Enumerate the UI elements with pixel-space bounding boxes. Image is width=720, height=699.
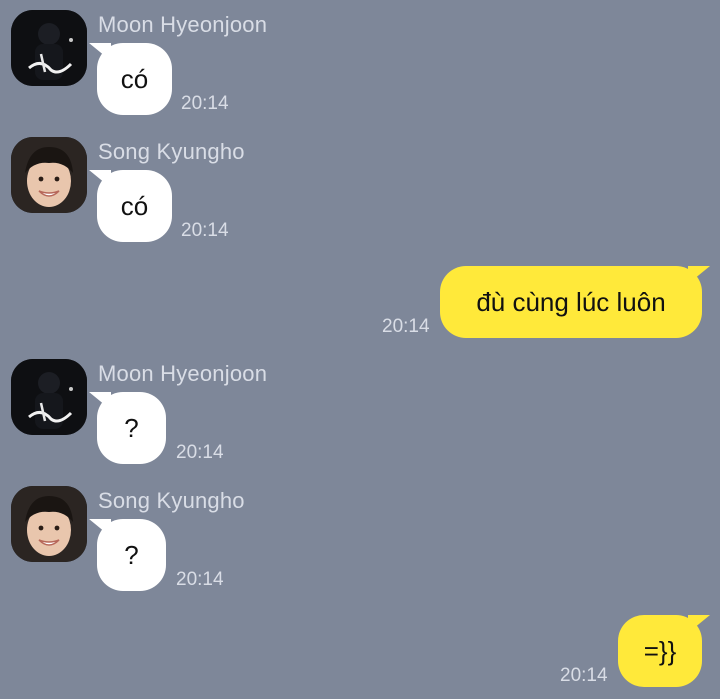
message-timestamp: 20:14 <box>560 665 608 686</box>
sender-name: Moon Hyeonjoon <box>98 12 268 37</box>
message-text: ? <box>124 413 139 443</box>
message-bubble-incoming[interactable]: có <box>89 43 172 115</box>
message-text: =}} <box>643 636 677 666</box>
avatar-moon-hyeonjoon[interactable] <box>11 359 87 435</box>
sender-name: Song Kyungho <box>98 139 245 164</box>
avatar-song-kyungho[interactable] <box>11 486 87 562</box>
message-bubble-incoming[interactable]: có <box>89 170 172 242</box>
message-timestamp: 20:14 <box>176 569 224 590</box>
message-text: đù cùng lúc luôn <box>476 287 666 317</box>
message-bubble-incoming[interactable]: ? <box>89 519 166 591</box>
sender-name: Song Kyungho <box>98 488 245 513</box>
message-timestamp: 20:14 <box>181 220 229 241</box>
message-text: ? <box>124 540 139 570</box>
avatar-moon-hyeonjoon[interactable] <box>11 10 87 86</box>
sender-name: Moon Hyeonjoon <box>98 361 268 386</box>
avatar-song-kyungho[interactable] <box>11 137 87 213</box>
message-bubble-outgoing[interactable]: =}} <box>618 615 710 687</box>
message-text: có <box>120 64 149 94</box>
message-timestamp: 20:14 <box>382 316 430 337</box>
chat-message-list: Moon Hyeonjoon có 20:14 Song Kyungho có … <box>0 0 720 699</box>
message-bubble-outgoing[interactable]: đù cùng lúc luôn <box>440 266 710 338</box>
message-text: có <box>120 191 149 221</box>
message-timestamp: 20:14 <box>176 442 224 463</box>
message-timestamp: 20:14 <box>181 93 229 114</box>
message-bubble-incoming[interactable]: ? <box>89 392 166 464</box>
